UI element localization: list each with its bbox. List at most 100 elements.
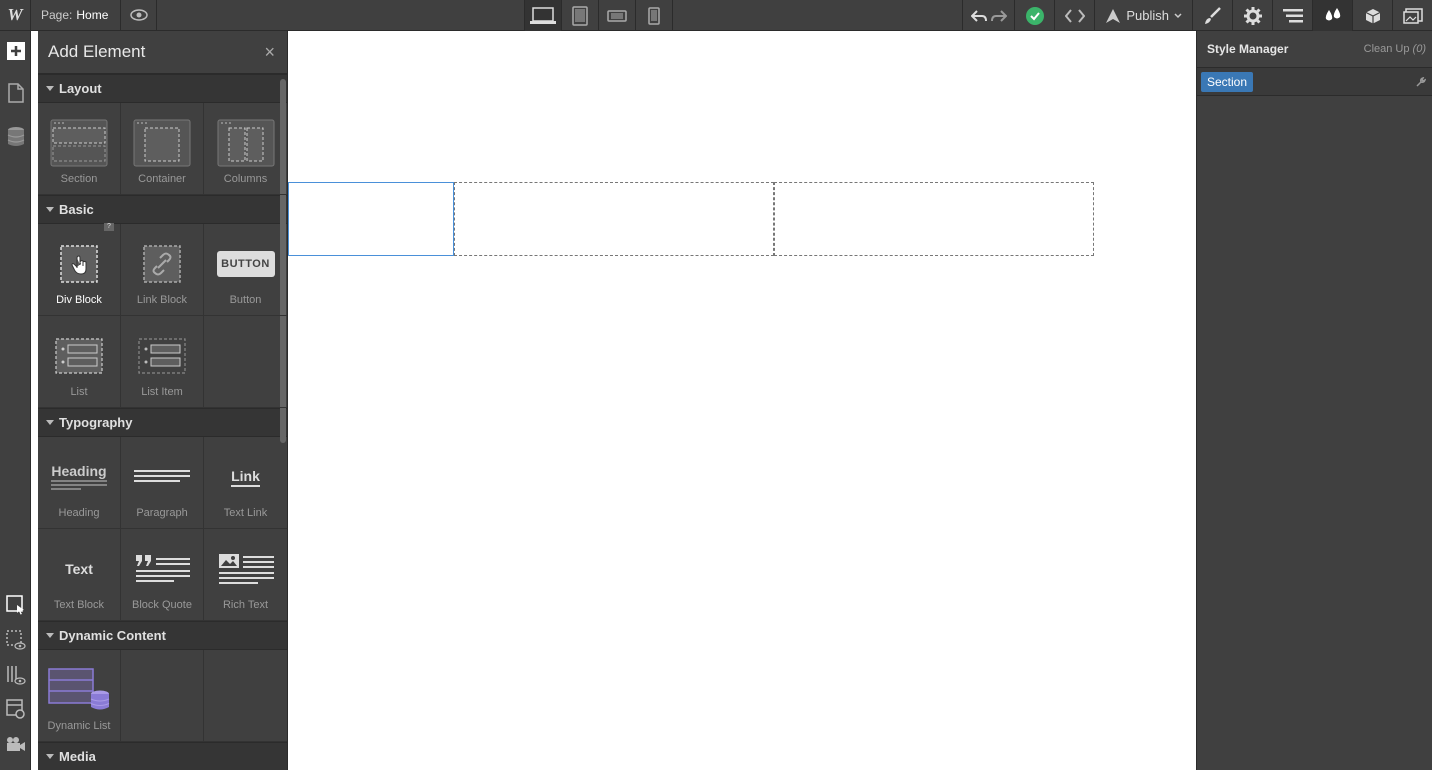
select-cursor-icon xyxy=(5,595,24,615)
style-manager-header: Style Manager Clean Up (0) xyxy=(1197,31,1432,68)
empty-tile xyxy=(121,650,204,742)
caret-down-icon xyxy=(46,754,54,759)
category-media[interactable]: Media xyxy=(38,742,287,770)
div-block-icon xyxy=(60,245,98,283)
add-element-tool[interactable] xyxy=(0,35,31,67)
droplets-icon xyxy=(1325,7,1340,20)
style-manager-title: Style Manager xyxy=(1207,42,1289,56)
grid-overlay-tool[interactable] xyxy=(0,659,31,691)
category-basic[interactable]: Basic xyxy=(38,195,287,224)
landscape-phone-view-button[interactable] xyxy=(599,0,636,31)
element-link-block[interactable]: Link Block xyxy=(121,224,204,316)
design-canvas[interactable] xyxy=(288,31,1196,770)
page-icon xyxy=(7,83,24,103)
check-circle-icon xyxy=(1025,6,1044,25)
publish-button[interactable]: Publish xyxy=(1094,0,1192,31)
webflow-logo[interactable]: W xyxy=(0,0,31,30)
element-button[interactable]: BUTTON Button xyxy=(204,224,287,316)
layout-settings-icon xyxy=(5,699,25,719)
clean-up-button[interactable]: Clean Up (0) xyxy=(1364,43,1426,55)
video-tutorials-tool[interactable] xyxy=(0,728,31,760)
symbols-panel-button[interactable] xyxy=(1352,0,1392,31)
empty-tile xyxy=(204,316,287,408)
plus-square-icon xyxy=(6,42,25,60)
category-dynamic-content[interactable]: Dynamic Content xyxy=(38,621,287,650)
left-tool-rail xyxy=(0,31,31,770)
heading-lines-icon xyxy=(51,480,107,490)
div-block-selected[interactable] xyxy=(288,182,454,256)
settings-panel-button[interactable] xyxy=(1232,0,1272,31)
link-block-icon xyxy=(143,245,181,283)
close-icon[interactable]: × xyxy=(264,42,275,63)
layout-grid: Section Container Columns xyxy=(38,103,287,195)
typography-grid: Heading Heading Paragraph Link Text Link… xyxy=(38,437,287,621)
columns-eye-icon xyxy=(6,666,26,685)
tablet-icon xyxy=(572,5,588,26)
laptop-icon xyxy=(530,6,556,24)
dynamic-list-icon xyxy=(48,668,110,710)
element-rich-text[interactable]: Rich Text xyxy=(204,529,287,621)
panel-title: Add Element xyxy=(48,42,146,61)
empty-tile xyxy=(204,650,287,742)
redo-icon xyxy=(990,9,1007,22)
save-status-button[interactable] xyxy=(1014,0,1054,31)
block-quote-icon xyxy=(136,555,190,582)
page-name: Home xyxy=(76,8,109,22)
tablet-view-button[interactable] xyxy=(562,0,599,31)
navigator-panel-button[interactable] xyxy=(1272,0,1312,31)
category-layout[interactable]: Layout xyxy=(38,74,287,103)
element-container[interactable]: Container xyxy=(121,103,204,195)
style-manager-panel-button[interactable] xyxy=(1312,0,1352,31)
preview-outline-tool[interactable] xyxy=(0,624,31,656)
toolbar-actions: Publish xyxy=(962,0,1432,31)
text-link-icon: Link xyxy=(231,468,260,487)
container-icon xyxy=(133,119,191,167)
device-switcher xyxy=(524,0,673,31)
rocket-icon xyxy=(1106,8,1121,23)
element-list[interactable]: List xyxy=(38,316,121,408)
page-prefix: Page: xyxy=(41,8,73,22)
wrench-icon[interactable] xyxy=(1416,76,1426,87)
element-div-block[interactable]: ? Div Block xyxy=(38,223,121,316)
code-export-button[interactable] xyxy=(1054,0,1094,31)
element-heading[interactable]: Heading Heading xyxy=(38,437,121,529)
heading-icon: Heading xyxy=(51,463,107,479)
section-icon xyxy=(50,119,108,167)
images-icon xyxy=(1402,7,1423,24)
dynamic-grid: Dynamic List xyxy=(38,650,287,742)
pages-tool[interactable] xyxy=(0,77,31,109)
cube-icon xyxy=(1365,8,1380,23)
undo-redo-button[interactable] xyxy=(962,0,1014,31)
element-text-link[interactable]: Link Text Link xyxy=(204,437,287,529)
preview-button[interactable] xyxy=(121,0,158,30)
desktop-view-button[interactable] xyxy=(525,0,562,31)
select-tool[interactable] xyxy=(0,589,31,621)
style-class-row[interactable]: Section xyxy=(1197,68,1432,96)
portrait-phone-view-button[interactable] xyxy=(636,0,673,31)
category-typography[interactable]: Typography xyxy=(38,408,287,437)
element-block-quote[interactable]: Block Quote xyxy=(121,529,204,621)
element-paragraph[interactable]: Paragraph xyxy=(121,437,204,529)
element-section[interactable]: Section xyxy=(38,103,121,195)
text-block-icon: Text xyxy=(65,561,93,577)
style-manager-panel: Style Manager Clean Up (0) Section xyxy=(1196,31,1432,770)
div-block[interactable] xyxy=(774,182,1094,256)
list-item-icon xyxy=(138,338,186,374)
style-panel-button[interactable] xyxy=(1192,0,1232,31)
caret-down-icon xyxy=(46,420,54,425)
phone-landscape-icon xyxy=(607,9,627,22)
assets-panel-button[interactable] xyxy=(1392,0,1432,31)
class-tag-section[interactable]: Section xyxy=(1201,71,1254,92)
navigator-icon xyxy=(1282,8,1303,22)
page-selector[interactable]: Page: Home xyxy=(31,0,122,30)
element-list-item[interactable]: List Item xyxy=(121,316,204,408)
cms-tool[interactable] xyxy=(0,121,31,153)
element-dynamic-list[interactable]: Dynamic List xyxy=(38,650,121,742)
element-columns[interactable]: Columns xyxy=(204,103,287,195)
div-block[interactable] xyxy=(454,182,774,256)
element-text-block[interactable]: Text Text Block xyxy=(38,529,121,621)
help-badge[interactable]: ? xyxy=(104,223,114,231)
code-icon xyxy=(1064,8,1085,23)
add-element-panel: Add Element × Layout Section Container C… xyxy=(38,31,288,770)
layout-tool[interactable] xyxy=(0,693,31,725)
